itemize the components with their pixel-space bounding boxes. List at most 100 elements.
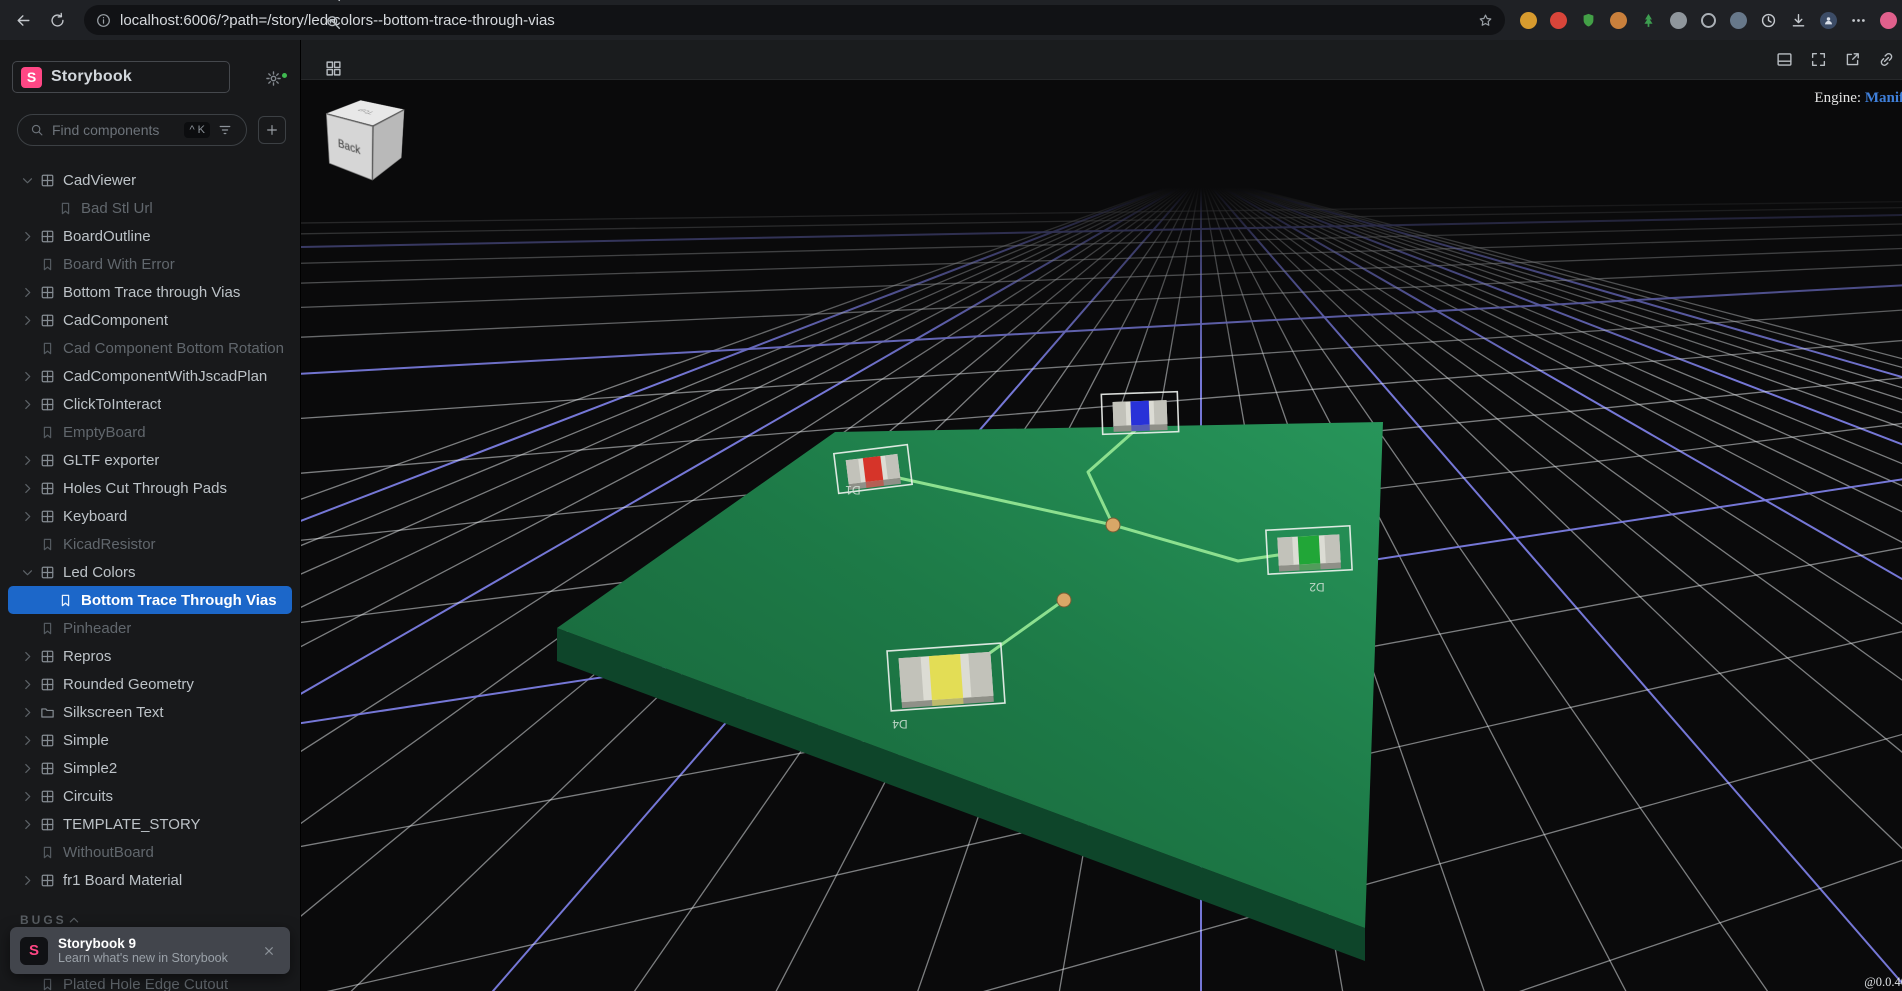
component-icon (40, 173, 55, 188)
component-icon (40, 761, 55, 776)
chevron-right-icon[interactable] (20, 369, 35, 384)
chevron-right-icon (20, 369, 35, 384)
story-icon (40, 257, 55, 272)
sidebar-item-bad-stl-url[interactable]: Bad Stl Url (8, 194, 292, 222)
external-button[interactable] (1838, 46, 1866, 74)
extension-icon-6[interactable] (1727, 9, 1750, 32)
link-button[interactable] (1872, 46, 1900, 74)
sidebar-item-simple2[interactable]: Simple2 (8, 754, 292, 782)
sidebar-item-gltf-exporter[interactable]: GLTF exporter (8, 446, 292, 474)
zoom-out-button[interactable] (319, 0, 347, 9)
account[interactable] (1877, 9, 1900, 32)
whats-new-toast[interactable]: S Storybook 9 Learn what's new in Storyb… (10, 927, 290, 974)
sidebar-item-bottom-trace-through-vias[interactable]: Bottom Trace Through Vias (8, 586, 292, 614)
toast-close-button[interactable] (262, 942, 280, 960)
sidebar-item-board-with-error[interactable]: Board With Error (8, 250, 292, 278)
star-icon (1478, 13, 1493, 28)
extension-tree[interactable] (1637, 9, 1660, 32)
chevron-right-icon[interactable] (20, 873, 35, 888)
sidebar-item-label: CadViewer (63, 172, 136, 189)
chevron-right-icon[interactable] (20, 761, 35, 776)
clock-icon (1760, 12, 1777, 29)
create-story-button[interactable] (258, 116, 286, 144)
chevron-right-icon[interactable] (20, 397, 35, 412)
chevron-right-icon[interactable] (20, 789, 35, 804)
chevron-right-icon[interactable] (20, 481, 35, 496)
sidebar-item-label: Repros (63, 648, 111, 665)
browser-menu[interactable] (1847, 9, 1870, 32)
sidebar-item-fr1-board-material[interactable]: fr1 Board Material (8, 866, 292, 894)
story-icon (40, 425, 55, 440)
grid-button[interactable] (319, 55, 347, 83)
story-viewport[interactable]: D1 D2 D4 Top Back Engine: Manifold @0.0.40 (301, 80, 1902, 991)
engine-name-link[interactable]: Manifold (1865, 90, 1902, 106)
sidebar-item-led-colors[interactable]: Led Colors (8, 558, 292, 586)
chevron-right-icon[interactable] (20, 313, 35, 328)
extension-icon-3[interactable] (1607, 9, 1630, 32)
profile-avatar[interactable] (1817, 9, 1840, 32)
fullscreen-button[interactable] (1804, 46, 1832, 74)
sidebar-item-silkscreen-text[interactable]: Silkscreen Text (8, 698, 292, 726)
sidebar-item-cad-component-bottom-rotation[interactable]: Cad Component Bottom Rotation (8, 334, 292, 362)
sidebar-item-cadcomponentwithjscadplan[interactable]: CadComponentWithJscadPlan (8, 362, 292, 390)
storybook-brand[interactable]: S Storybook (12, 61, 230, 93)
sidebar-item-repros[interactable]: Repros (8, 642, 292, 670)
sidebar-item-keyboard[interactable]: Keyboard (8, 502, 292, 530)
chevron-right-icon[interactable] (20, 705, 35, 720)
chevron-right-icon[interactable] (20, 285, 35, 300)
extension-icon-4[interactable] (1667, 9, 1690, 32)
extension-icon-2[interactable] (1547, 9, 1570, 32)
bookmark-star-icon[interactable] (1478, 13, 1493, 28)
chevron-down-icon[interactable] (20, 173, 35, 188)
sidebar-item-clicktointeract[interactable]: ClickToInteract (8, 390, 292, 418)
back-button[interactable] (8, 5, 38, 35)
sidebar-item-bottom-trace-through-vias[interactable]: Bottom Trace through Vias (8, 278, 292, 306)
downloads[interactable] (1787, 9, 1810, 32)
sidebar-item-kicadresistor[interactable]: KicadResistor (8, 530, 292, 558)
sidebar-item-pinheader[interactable]: Pinheader (8, 614, 292, 642)
sidebar-item-circuits[interactable]: Circuits (8, 782, 292, 810)
notification-dot (280, 71, 289, 80)
orientation-gizmo[interactable]: Top Back (339, 110, 393, 164)
indent-spacer (20, 845, 35, 860)
extension-icon-5[interactable] (1697, 9, 1720, 32)
settings-button[interactable] (265, 68, 285, 88)
chevron-right-icon[interactable] (20, 677, 35, 692)
chevron-right-icon (20, 705, 35, 720)
sidebar-item-cadcomponent[interactable]: CadComponent (8, 306, 292, 334)
zoom-reset-button[interactable] (319, 9, 347, 37)
sidebar-item-simple[interactable]: Simple (8, 726, 292, 754)
sidebar-item-withoutboard[interactable]: WithoutBoard (8, 838, 292, 866)
story-icon (58, 201, 73, 216)
address-bar[interactable]: localhost:6006/?path=/story/led-colors--… (84, 5, 1505, 35)
component-icon (40, 649, 55, 664)
storybook-toast-icon: S (20, 937, 48, 965)
extension-icon-1[interactable] (1517, 9, 1540, 32)
3d-scene[interactable]: D1 D2 D4 (301, 80, 1902, 991)
component-icon (40, 509, 55, 524)
history[interactable] (1757, 9, 1780, 32)
sidebar-item-cadviewer[interactable]: CadViewer (8, 166, 292, 194)
component-icon (40, 313, 55, 328)
sidebar-item-holes-cut-through-pads[interactable]: Holes Cut Through Pads (8, 474, 292, 502)
site-info-icon[interactable] (96, 13, 111, 28)
sidebar-item-template-story[interactable]: TEMPLATE_STORY (8, 810, 292, 838)
chevron-right-icon[interactable] (20, 453, 35, 468)
filter-button[interactable] (218, 121, 236, 139)
collapse-section-icon[interactable] (67, 913, 81, 927)
refresh-button[interactable] (42, 5, 72, 35)
close-icon (262, 944, 276, 958)
panel-bottom-button[interactable] (1770, 46, 1798, 74)
chevron-down-icon[interactable] (20, 565, 35, 580)
chevron-right-icon[interactable] (20, 817, 35, 832)
sidebar-item-rounded-geometry[interactable]: Rounded Geometry (8, 670, 292, 698)
sidebar-item-boardoutline[interactable]: BoardOutline (8, 222, 292, 250)
chevron-right-icon[interactable] (20, 509, 35, 524)
chevron-right-icon[interactable] (20, 733, 35, 748)
sidebar-item-emptyboard[interactable]: EmptyBoard (8, 418, 292, 446)
chevron-right-icon[interactable] (20, 229, 35, 244)
search-icon (30, 123, 44, 137)
chevron-right-icon[interactable] (20, 649, 35, 664)
search-input[interactable]: Find components ^ K (17, 114, 247, 146)
extension-shield[interactable] (1577, 9, 1600, 32)
